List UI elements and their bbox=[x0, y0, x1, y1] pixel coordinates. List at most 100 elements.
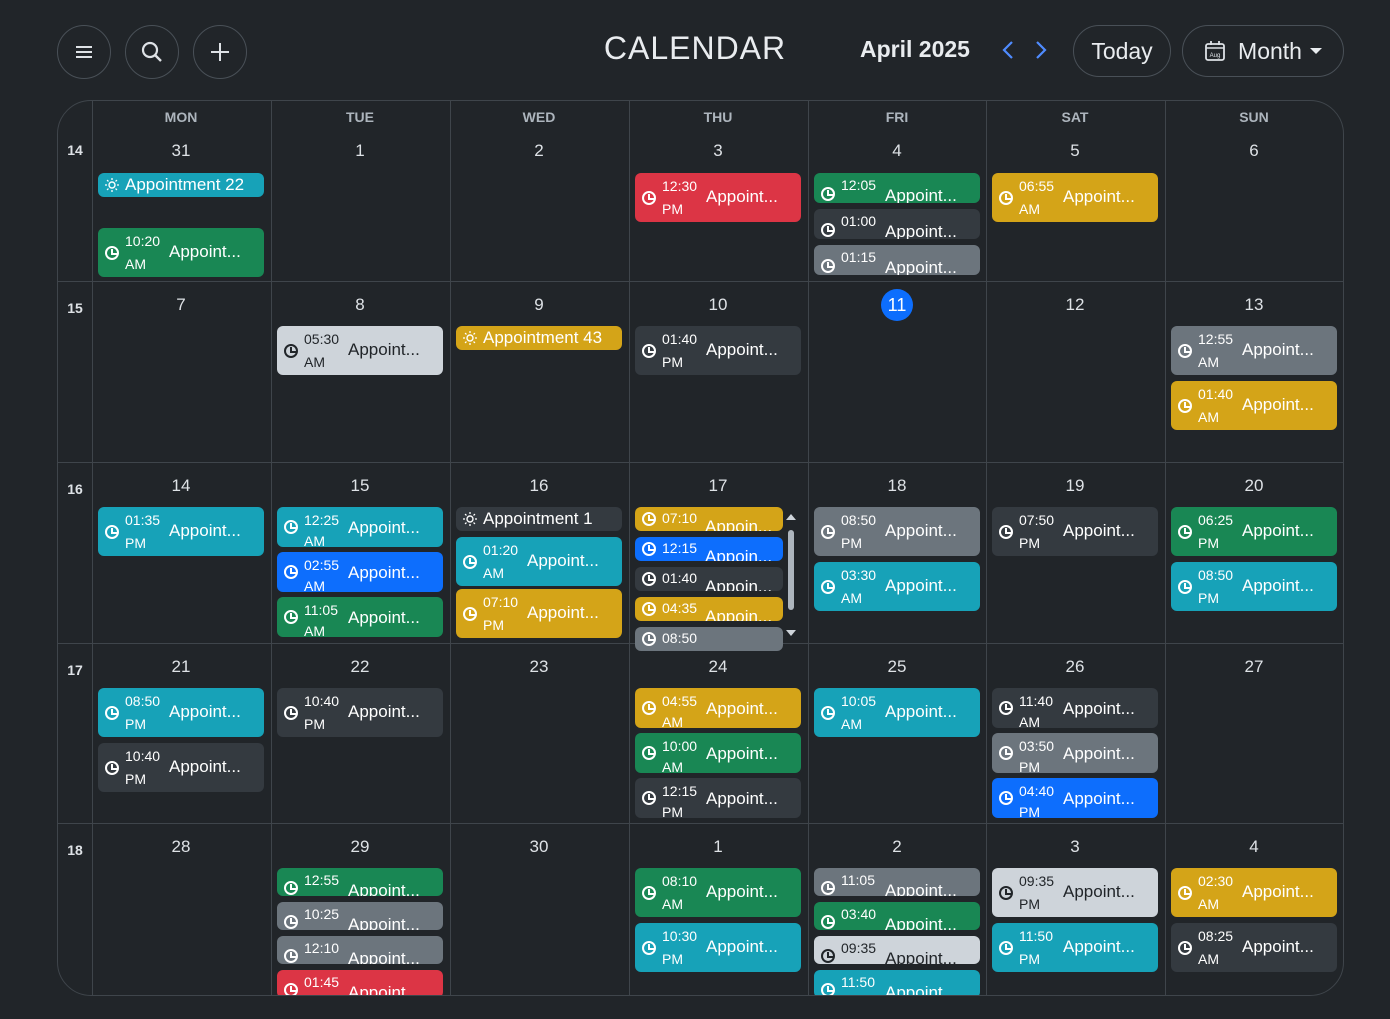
event-item[interactable]: 09:35 Appoint... bbox=[814, 936, 980, 964]
clock-icon bbox=[642, 343, 656, 358]
event-item[interactable]: 12:15 PM Appoint... bbox=[635, 778, 801, 818]
event-item[interactable]: 07:50 PM Appoint... bbox=[992, 507, 1158, 556]
menu-button[interactable] bbox=[57, 25, 111, 79]
day-number[interactable]: 3 bbox=[986, 837, 1164, 857]
event-item[interactable]: 07:10 Appoin... bbox=[635, 507, 783, 531]
day-number[interactable]: 2 bbox=[450, 141, 628, 161]
day-number[interactable]: 4 bbox=[1165, 837, 1343, 857]
day-number[interactable]: 14 bbox=[92, 476, 270, 496]
day-number[interactable]: 10 bbox=[629, 295, 807, 315]
event-item[interactable]: 04:35 Appoin... bbox=[635, 597, 783, 621]
event-item[interactable]: 11:40 AM Appoint... bbox=[992, 688, 1158, 728]
day-number[interactable]: 8 bbox=[271, 295, 449, 315]
day-number[interactable]: 22 bbox=[271, 657, 449, 677]
event-item[interactable]: 03:50 PM Appoint... bbox=[992, 733, 1158, 773]
event-title: Appoint... bbox=[885, 576, 957, 595]
day-number[interactable]: 25 bbox=[808, 657, 986, 677]
prev-button[interactable] bbox=[998, 36, 1018, 64]
day-number[interactable]: 24 bbox=[629, 657, 807, 677]
scrollbar-track[interactable] bbox=[785, 512, 797, 640]
day-number[interactable]: 5 bbox=[986, 141, 1164, 161]
day-number[interactable]: 1 bbox=[271, 141, 449, 161]
event-item[interactable]: 11:05 AM Appoint... bbox=[277, 597, 443, 637]
day-number[interactable]: 2 bbox=[808, 837, 986, 857]
event-item[interactable]: 12:55 AM Appoint... bbox=[1171, 326, 1337, 375]
event-item[interactable]: 01:20 AM Appoint... bbox=[456, 537, 622, 586]
event-item[interactable]: 11:50 Appoint... bbox=[814, 970, 980, 995]
day-number[interactable]: 27 bbox=[1165, 657, 1343, 677]
event-item[interactable]: 10:05 AM Appoint... bbox=[814, 688, 980, 737]
day-number[interactable]: 9 bbox=[450, 295, 628, 315]
event-item[interactable]: 12:15 Appoin... bbox=[635, 537, 783, 561]
day-number[interactable]: 17 bbox=[629, 476, 807, 496]
event-item[interactable]: 10:40 PM Appoint... bbox=[277, 688, 443, 737]
event-item[interactable]: 10:40 PM Appoint... bbox=[98, 743, 264, 792]
event-item[interactable]: 06:25 PM Appoint... bbox=[1171, 507, 1337, 556]
clock-icon bbox=[821, 881, 835, 895]
day-number[interactable]: 16 bbox=[450, 476, 628, 496]
event-item[interactable]: 11:50 PM Appoint... bbox=[992, 923, 1158, 972]
event-item[interactable]: 12:05 Appoint... bbox=[814, 173, 980, 203]
add-event-button[interactable] bbox=[193, 25, 247, 79]
event-item[interactable]: 12:10 Appoint... bbox=[277, 936, 443, 964]
all-day-event[interactable]: Appointment 43 bbox=[456, 326, 622, 350]
event-item[interactable]: 12:25 AM Appoint... bbox=[277, 507, 443, 547]
event-item[interactable]: 01:40 PM Appoint... bbox=[635, 326, 801, 375]
day-number[interactable]: 7 bbox=[92, 295, 270, 315]
event-item[interactable]: 04:40 PM Appoint... bbox=[992, 778, 1158, 818]
event-item[interactable]: 09:35 PM Appoint... bbox=[992, 868, 1158, 917]
event-item[interactable]: 01:15 Appoint... bbox=[814, 245, 980, 275]
event-item[interactable]: 08:50 PM Appoint... bbox=[1171, 562, 1337, 611]
day-number[interactable]: 21 bbox=[92, 657, 270, 677]
day-number[interactable]: 13 bbox=[1165, 295, 1343, 315]
event-item[interactable]: 05:30 AM Appoint... bbox=[277, 326, 443, 375]
event-item[interactable]: 12:55 Appoint... bbox=[277, 868, 443, 896]
event-item[interactable]: 08:50 PM Appoint... bbox=[814, 507, 980, 556]
day-number[interactable]: 6 bbox=[1165, 141, 1343, 161]
search-button[interactable] bbox=[125, 25, 179, 79]
day-number[interactable]: 30 bbox=[450, 837, 628, 857]
day-number[interactable]: 31 bbox=[92, 141, 270, 161]
event-item[interactable]: 10:25 Appoint... bbox=[277, 902, 443, 930]
day-number[interactable]: 15 bbox=[271, 476, 449, 496]
event-item[interactable]: 06:55 AM Appoint... bbox=[992, 173, 1158, 222]
event-item[interactable]: 01:45 Appoint... bbox=[277, 970, 443, 995]
day-number[interactable]: 18 bbox=[808, 476, 986, 496]
day-number[interactable]: 12 bbox=[986, 295, 1164, 315]
day-number[interactable]: 1 bbox=[629, 837, 807, 857]
event-item[interactable]: 08:25 AM Appoint... bbox=[1171, 923, 1337, 972]
day-number[interactable]: 19 bbox=[986, 476, 1164, 496]
event-item[interactable]: 01:35 PM Appoint... bbox=[98, 507, 264, 556]
day-number[interactable]: 28 bbox=[92, 837, 270, 857]
event-item[interactable]: 12:30 PM Appoint... bbox=[635, 173, 801, 222]
event-item[interactable]: 01:40 Appoin... bbox=[635, 567, 783, 591]
event-item[interactable]: 07:10 PM Appoint... bbox=[456, 589, 622, 638]
next-button[interactable] bbox=[1031, 36, 1051, 64]
event-item[interactable]: 01:40 AM Appoint... bbox=[1171, 381, 1337, 430]
event-item[interactable]: 11:05 Appoint... bbox=[814, 868, 980, 896]
event-item[interactable]: 10:30 PM Appoint... bbox=[635, 923, 801, 972]
event-item[interactable]: 08:50 bbox=[635, 627, 783, 651]
event-item[interactable]: 03:30 AM Appoint... bbox=[814, 562, 980, 611]
all-day-event[interactable]: Appointment 22 bbox=[98, 173, 264, 197]
today-date[interactable]: 11 bbox=[881, 289, 913, 321]
day-number[interactable]: 4 bbox=[808, 141, 986, 161]
event-item[interactable]: 01:00 Appoint... bbox=[814, 209, 980, 239]
event-item[interactable]: 08:10 AM Appoint... bbox=[635, 868, 801, 917]
event-item[interactable]: 10:20 AM Appoint... bbox=[98, 228, 264, 277]
today-button[interactable]: Today bbox=[1073, 25, 1171, 77]
event-item[interactable]: 02:30 AM Appoint... bbox=[1171, 868, 1337, 917]
event-item[interactable]: 04:55 AM Appoint... bbox=[635, 688, 801, 728]
event-item[interactable]: 10:00 AM Appoint... bbox=[635, 733, 801, 773]
cell-scrollbar[interactable] bbox=[785, 512, 797, 640]
day-number[interactable]: 26 bbox=[986, 657, 1164, 677]
event-item[interactable]: 02:55 AM Appoint... bbox=[277, 552, 443, 592]
day-number[interactable]: 29 bbox=[271, 837, 449, 857]
day-number[interactable]: 23 bbox=[450, 657, 628, 677]
event-item[interactable]: 08:50 PM Appoint... bbox=[98, 688, 264, 737]
all-day-event[interactable]: Appointment 1 bbox=[456, 507, 622, 531]
day-number[interactable]: 20 bbox=[1165, 476, 1343, 496]
view-dropdown[interactable]: Aug Month bbox=[1182, 25, 1344, 77]
day-number[interactable]: 3 bbox=[629, 141, 807, 161]
event-item[interactable]: 03:40 Appoint... bbox=[814, 902, 980, 930]
